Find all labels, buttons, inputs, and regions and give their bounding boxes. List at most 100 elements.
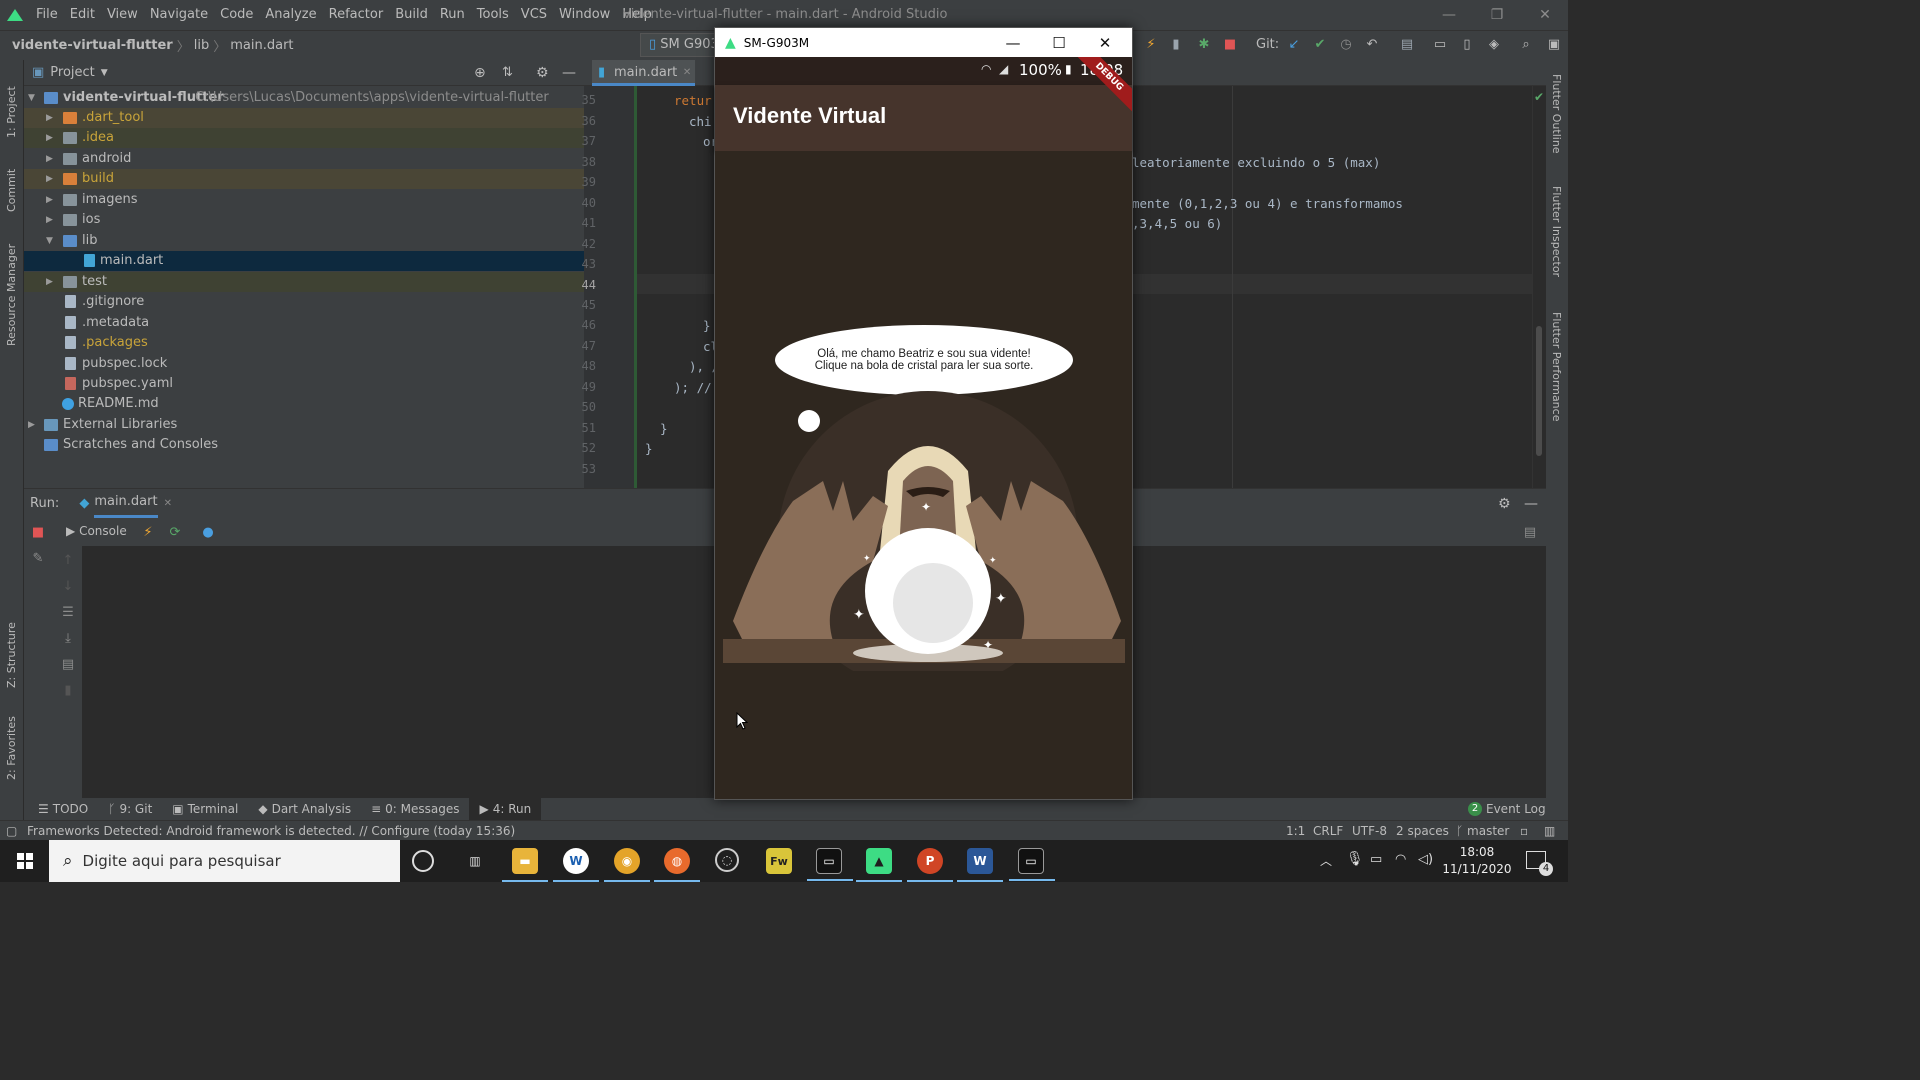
run-tab-main-dart[interactable]: main.dart <box>94 489 158 518</box>
editor-scrollbar[interactable] <box>1532 86 1546 488</box>
sync-icon[interactable]: ◈ <box>1483 33 1505 55</box>
hide-panel-icon[interactable]: — <box>1524 496 1538 512</box>
task-view-icon[interactable]: ▥ <box>462 848 488 874</box>
fireworks-icon[interactable]: Fw <box>766 848 792 874</box>
ide-minimize-button[interactable]: — <box>1426 0 1472 30</box>
breadcrumb-project[interactable]: vidente-virtual-flutter <box>0 38 177 53</box>
menu-refactor[interactable]: Refactor <box>323 0 390 30</box>
cortana-icon[interactable] <box>412 850 434 872</box>
devtools-icon[interactable]: ● <box>200 524 216 540</box>
status-notification-icon[interactable]: ▢ <box>6 821 17 841</box>
ide-restore-button[interactable]: ❐ <box>1474 0 1520 30</box>
file-encoding[interactable]: UTF-8 <box>1352 821 1387 841</box>
fortune-teller-illustration[interactable]: ✦ ✦ ✦ ✦ ✦ ✦ <box>723 391 1125 671</box>
memory-indicator-icon[interactable]: ▥ <box>1544 821 1555 841</box>
menu-build[interactable]: Build <box>389 0 434 30</box>
tree-item-packages[interactable]: .packages <box>24 333 584 353</box>
hot-reload-icon[interactable]: ⚡ <box>1140 33 1162 55</box>
line-separator[interactable]: CRLF <box>1313 821 1343 841</box>
tool-window-flutter-performance[interactable]: Flutter Performance <box>1550 312 1563 421</box>
trash-icon[interactable]: ▮ <box>60 682 76 698</box>
tool-window-flutter-outline[interactable]: Flutter Outline <box>1550 74 1563 154</box>
locate-icon[interactable]: ⊕ <box>474 65 486 81</box>
tree-item-build[interactable]: ▶ build <box>24 169 584 189</box>
event-log-button[interactable]: 2 Event Log <box>1458 802 1556 816</box>
breadcrumb-folder[interactable]: lib <box>190 38 213 53</box>
microphone-icon[interactable]: 🎙 <box>1346 851 1364 867</box>
console-tab[interactable]: ▶ Console <box>66 524 127 538</box>
up-arrow-icon[interactable]: ↑ <box>60 552 76 568</box>
down-arrow-icon[interactable]: ↓ <box>60 578 76 594</box>
caret-position[interactable]: 1:1 <box>1286 821 1305 841</box>
pin-icon[interactable]: ✎ <box>30 550 46 566</box>
debug-icon[interactable]: ✱ <box>1193 33 1215 55</box>
stop-icon[interactable]: ■ <box>1219 33 1241 55</box>
tree-item-gitignore[interactable]: .gitignore <box>24 292 584 312</box>
emulator-minimize-button[interactable]: — <box>990 28 1036 57</box>
menu-view[interactable]: View <box>101 0 144 30</box>
android-studio-app-icon[interactable]: ▲ <box>856 848 902 882</box>
tool-tab-messages[interactable]: ≡ 0: Messages <box>361 802 469 816</box>
tool-tab-dart-analysis[interactable]: ◆ Dart Analysis <box>248 802 361 816</box>
git-history-icon[interactable]: ◷ <box>1335 33 1357 55</box>
soft-wrap-icon[interactable]: ☰ <box>60 604 76 620</box>
hot-restart-icon[interactable]: ⟳ <box>167 524 183 540</box>
status-message[interactable]: Frameworks Detected: Android framework i… <box>27 821 515 841</box>
tool-window-flutter-inspector[interactable]: Flutter Inspector <box>1550 186 1563 277</box>
tree-item-imagens[interactable]: ▶ imagens <box>24 190 584 210</box>
editor-tab-main-dart[interactable]: ▮ main.dart ✕ <box>592 60 696 86</box>
tray-chevron-up-icon[interactable]: ︿ <box>1320 852 1332 869</box>
menu-run[interactable]: Run <box>434 0 471 30</box>
search-everywhere-icon[interactable]: ⌕ <box>1515 33 1537 55</box>
tree-item-pubspec-lock[interactable]: pubspec.lock <box>24 354 584 374</box>
project-panel-title[interactable]: Project <box>50 65 94 80</box>
git-rollback-icon[interactable]: ↶ <box>1361 33 1383 55</box>
tool-tab-run[interactable]: ▶ 4: Run <box>469 798 542 820</box>
tree-item-dart-tool[interactable]: ▶ .dart_tool <box>24 108 584 128</box>
emulator-close-button[interactable]: ✕ <box>1082 28 1128 57</box>
chevron-down-icon[interactable]: ▼ <box>101 68 108 78</box>
terminal-app-icon[interactable]: ▭ <box>807 848 853 881</box>
hide-panel-icon[interactable]: — <box>562 65 576 81</box>
git-branch[interactable]: ᚴ master <box>1456 821 1509 841</box>
project-structure-icon[interactable]: ▤ <box>1396 33 1418 55</box>
tree-item-metadata[interactable]: .metadata <box>24 313 584 333</box>
taskbar-clock[interactable]: 18:08 11/11/2020 <box>1442 844 1512 878</box>
tool-window-favorites[interactable]: 2: Favorites <box>5 712 18 780</box>
tree-item-idea[interactable]: ▶ .idea <box>24 128 584 148</box>
tool-window-structure[interactable]: Z: Structure <box>5 616 18 688</box>
sdk-manager-icon[interactable]: ▯ <box>1456 33 1478 55</box>
tree-item-lib[interactable]: ▼ lib <box>24 231 584 251</box>
menu-tools[interactable]: Tools <box>471 0 515 30</box>
tool-window-project[interactable]: 1: Project <box>5 68 18 138</box>
taskbar-search-box[interactable]: ⌕ Digite aqui para pesquisar <box>49 840 400 882</box>
tree-item-ios[interactable]: ▶ ios <box>24 210 584 230</box>
gear-icon[interactable]: ⚙ <box>536 65 549 81</box>
layout-icon[interactable]: ▤ <box>1522 524 1538 540</box>
tree-root[interactable]: ▼ vidente-virtual-flutter C:\Users\Lucas… <box>24 88 584 108</box>
print-icon[interactable]: ▤ <box>60 656 76 672</box>
volume-icon[interactable]: ◁) <box>1418 852 1433 867</box>
scroll-to-end-icon[interactable]: ⤓ <box>60 630 76 646</box>
terminal-app-icon-2[interactable]: ▭ <box>1009 848 1055 881</box>
menu-navigate[interactable]: Navigate <box>144 0 214 30</box>
tree-item-main-dart[interactable]: main.dart <box>24 251 584 271</box>
indent-setting[interactable]: 2 spaces <box>1396 821 1449 841</box>
git-commit-icon[interactable]: ✔ <box>1309 33 1331 55</box>
notifications-icon[interactable]: 4 <box>1526 851 1553 876</box>
app-icon-blue[interactable]: W <box>553 848 599 882</box>
tool-tab-terminal[interactable]: ▣ Terminal <box>162 802 248 816</box>
menu-edit[interactable]: Edit <box>64 0 101 30</box>
menu-file[interactable]: File <box>30 0 64 30</box>
tool-tab-todo[interactable]: ☰ TODO <box>28 802 98 816</box>
user-icon[interactable]: ▣ <box>1543 33 1565 55</box>
tool-tab-git[interactable]: ᚴ 9: Git <box>98 802 162 816</box>
tree-item-readme[interactable]: README.md <box>24 394 584 414</box>
battery-icon[interactable]: ▭ <box>1370 852 1382 867</box>
inspection-ok-icon[interactable]: ✔ <box>1534 90 1544 104</box>
steam-icon[interactable]: ◌ <box>715 848 739 872</box>
menu-code[interactable]: Code <box>214 0 259 30</box>
firefox-icon[interactable]: ◍ <box>654 848 700 882</box>
lock-icon[interactable]: ▫ <box>1520 821 1528 841</box>
emulator-maximize-button[interactable]: ☐ <box>1036 28 1082 57</box>
